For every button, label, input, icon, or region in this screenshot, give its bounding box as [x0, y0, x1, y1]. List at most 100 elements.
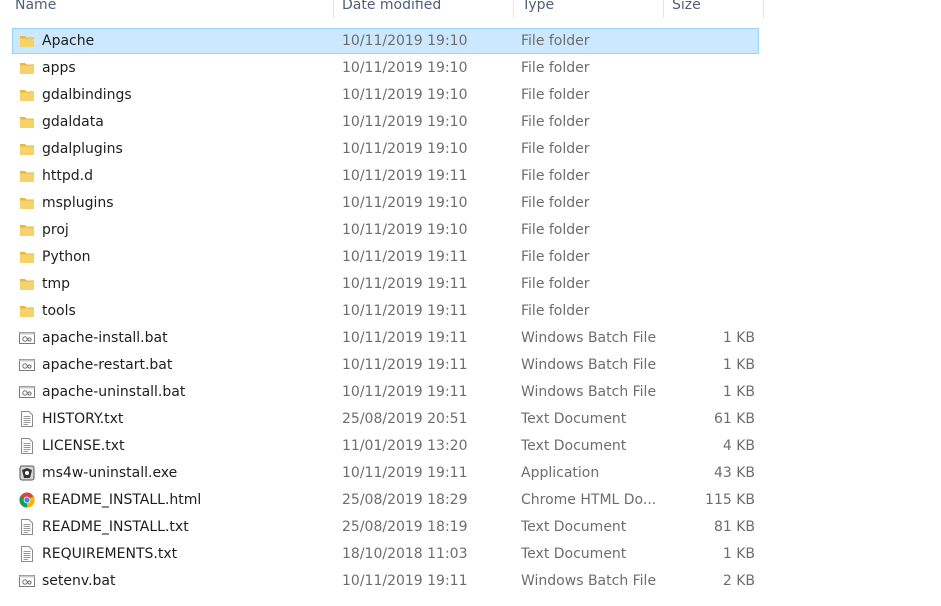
file-row[interactable]: README_INSTALL.txt 25/08/2019 18:19 Text D… — [12, 514, 759, 540]
file-date-modified: 10/11/2019 19:10 — [342, 195, 468, 211]
file-date-modified: 10/11/2019 19:11 — [342, 465, 468, 481]
chrome-icon — [19, 492, 35, 508]
file-row[interactable]: apache-install.bat 10/11/2019 19:11 Window… — [12, 325, 759, 351]
file-date-modified: 10/11/2019 19:10 — [342, 87, 468, 103]
file-name: msplugins — [42, 195, 114, 211]
file-row[interactable]: apache-restart.bat 10/11/2019 19:11 Window… — [12, 352, 759, 378]
file-row[interactable]: proj 10/11/2019 19:10 File folder — [12, 217, 759, 243]
file-row[interactable]: gdaldata 10/11/2019 19:10 File folder — [12, 109, 759, 135]
file-row[interactable]: README_INSTALL.html 25/08/2019 18:29 Chrom… — [12, 487, 759, 513]
file-row[interactable]: HISTORY.txt 25/08/2019 20:51 Text Document… — [12, 406, 759, 432]
file-type: Application — [521, 465, 600, 481]
file-row[interactable]: REQUIREMENTS.txt 18/10/2018 11:03 Text Doc… — [12, 541, 759, 567]
file-size: 81 KB — [713, 519, 755, 535]
file-name: HISTORY.txt — [42, 411, 124, 427]
file-date-modified: 10/11/2019 19:11 — [342, 384, 468, 400]
file-type: Text Document — [521, 438, 627, 454]
file-name: README_INSTALL.txt — [42, 519, 189, 535]
text-file-icon — [19, 546, 35, 562]
file-date-modified: 10/11/2019 19:11 — [342, 357, 468, 373]
file-type: File folder — [521, 33, 590, 49]
file-date-modified: 10/11/2019 19:10 — [342, 222, 468, 238]
folder-icon — [19, 249, 35, 265]
file-size — [663, 218, 755, 242]
file-type: Chrome HTML Do... — [521, 492, 657, 508]
batch-file-icon — [19, 573, 35, 589]
file-row[interactable]: gdalplugins 10/11/2019 19:10 File folder — [12, 136, 759, 162]
file-name: Apache — [42, 33, 95, 49]
file-size: 1 KB — [722, 330, 755, 346]
column-header-type[interactable]: Type — [514, 0, 664, 18]
file-size — [663, 137, 755, 161]
file-size: 43 KB — [713, 465, 755, 481]
file-date-modified: 25/08/2019 18:29 — [342, 492, 468, 508]
file-name: tmp — [42, 276, 71, 292]
batch-file-icon — [19, 330, 35, 346]
file-date-modified: 10/11/2019 19:11 — [342, 573, 468, 589]
file-date-modified: 10/11/2019 19:11 — [342, 303, 468, 319]
column-header-bar: Name Date modified Type Size — [0, 0, 764, 18]
file-row[interactable]: gdalbindings 10/11/2019 19:10 File folder — [12, 82, 759, 108]
file-name: gdalplugins — [42, 141, 123, 157]
file-type: File folder — [521, 114, 590, 130]
file-row[interactable]: ms4w-uninstall.exe 10/11/2019 19:11 Applic… — [12, 460, 759, 486]
file-row[interactable]: Python 10/11/2019 19:11 File folder — [12, 244, 759, 270]
file-name: apache-install.bat — [42, 330, 168, 346]
file-row[interactable]: httpd.d 10/11/2019 19:11 File folder — [12, 163, 759, 189]
file-row[interactable]: apache-uninstall.bat 10/11/2019 19:11 Wind… — [12, 379, 759, 405]
file-name: gdalbindings — [42, 87, 132, 103]
file-date-modified: 10/11/2019 19:10 — [342, 114, 468, 130]
file-name: apache-restart.bat — [42, 357, 173, 373]
file-date-modified: 10/11/2019 19:11 — [342, 276, 468, 292]
column-header-date-modified[interactable]: Date modified — [334, 0, 514, 18]
file-size — [663, 164, 755, 188]
file-row[interactable]: Apache 10/11/2019 19:10 File folder — [12, 28, 759, 54]
folder-icon — [19, 168, 35, 184]
folder-icon — [19, 87, 35, 103]
file-type: Windows Batch File — [521, 384, 657, 400]
file-date-modified: 25/08/2019 18:19 — [342, 519, 468, 535]
application-icon — [19, 465, 35, 481]
file-size: 1 KB — [722, 546, 755, 562]
file-name: ms4w-uninstall.exe — [42, 465, 178, 481]
file-row[interactable]: apps 10/11/2019 19:10 File folder — [12, 55, 759, 81]
file-type: File folder — [521, 222, 590, 238]
file-name: apps — [42, 60, 76, 76]
file-name: proj — [42, 222, 69, 238]
file-type: Text Document — [521, 411, 627, 427]
file-row[interactable]: setenv.bat 10/11/2019 19:11 Windows Batch … — [12, 568, 759, 594]
file-row[interactable]: msplugins 10/11/2019 19:10 File folder — [12, 190, 759, 216]
column-header-name[interactable]: Name — [7, 0, 334, 18]
file-row[interactable]: tmp 10/11/2019 19:11 File folder — [12, 271, 759, 297]
column-header-size[interactable]: Size — [664, 0, 764, 18]
file-size — [663, 245, 755, 269]
file-size — [663, 56, 755, 80]
file-size — [663, 29, 755, 53]
folder-icon — [19, 276, 35, 292]
file-row[interactable]: LICENSE.txt 11/01/2019 13:20 Text Document… — [12, 433, 759, 459]
file-size — [663, 299, 755, 323]
file-size: 1 KB — [722, 357, 755, 373]
folder-icon — [19, 114, 35, 130]
folder-icon — [19, 33, 35, 49]
file-size — [663, 272, 755, 296]
file-type: File folder — [521, 60, 590, 76]
file-name: Python — [42, 249, 91, 265]
file-size: 61 KB — [713, 411, 755, 427]
file-type: File folder — [521, 168, 590, 184]
file-name: REQUIREMENTS.txt — [42, 546, 178, 562]
text-file-icon — [19, 411, 35, 427]
file-type: File folder — [521, 303, 590, 319]
file-name: setenv.bat — [42, 573, 116, 589]
file-size: 2 KB — [722, 573, 755, 589]
file-date-modified: 10/11/2019 19:10 — [342, 141, 468, 157]
file-date-modified: 25/08/2019 20:51 — [342, 411, 468, 427]
file-type: Windows Batch File — [521, 330, 657, 346]
file-date-modified: 10/11/2019 19:10 — [342, 60, 468, 76]
file-row[interactable]: tools 10/11/2019 19:11 File folder — [12, 298, 759, 324]
file-size — [663, 110, 755, 134]
folder-icon — [19, 222, 35, 238]
file-type: File folder — [521, 195, 590, 211]
file-date-modified: 10/11/2019 19:10 — [342, 33, 468, 49]
file-size: 115 KB — [705, 492, 755, 508]
